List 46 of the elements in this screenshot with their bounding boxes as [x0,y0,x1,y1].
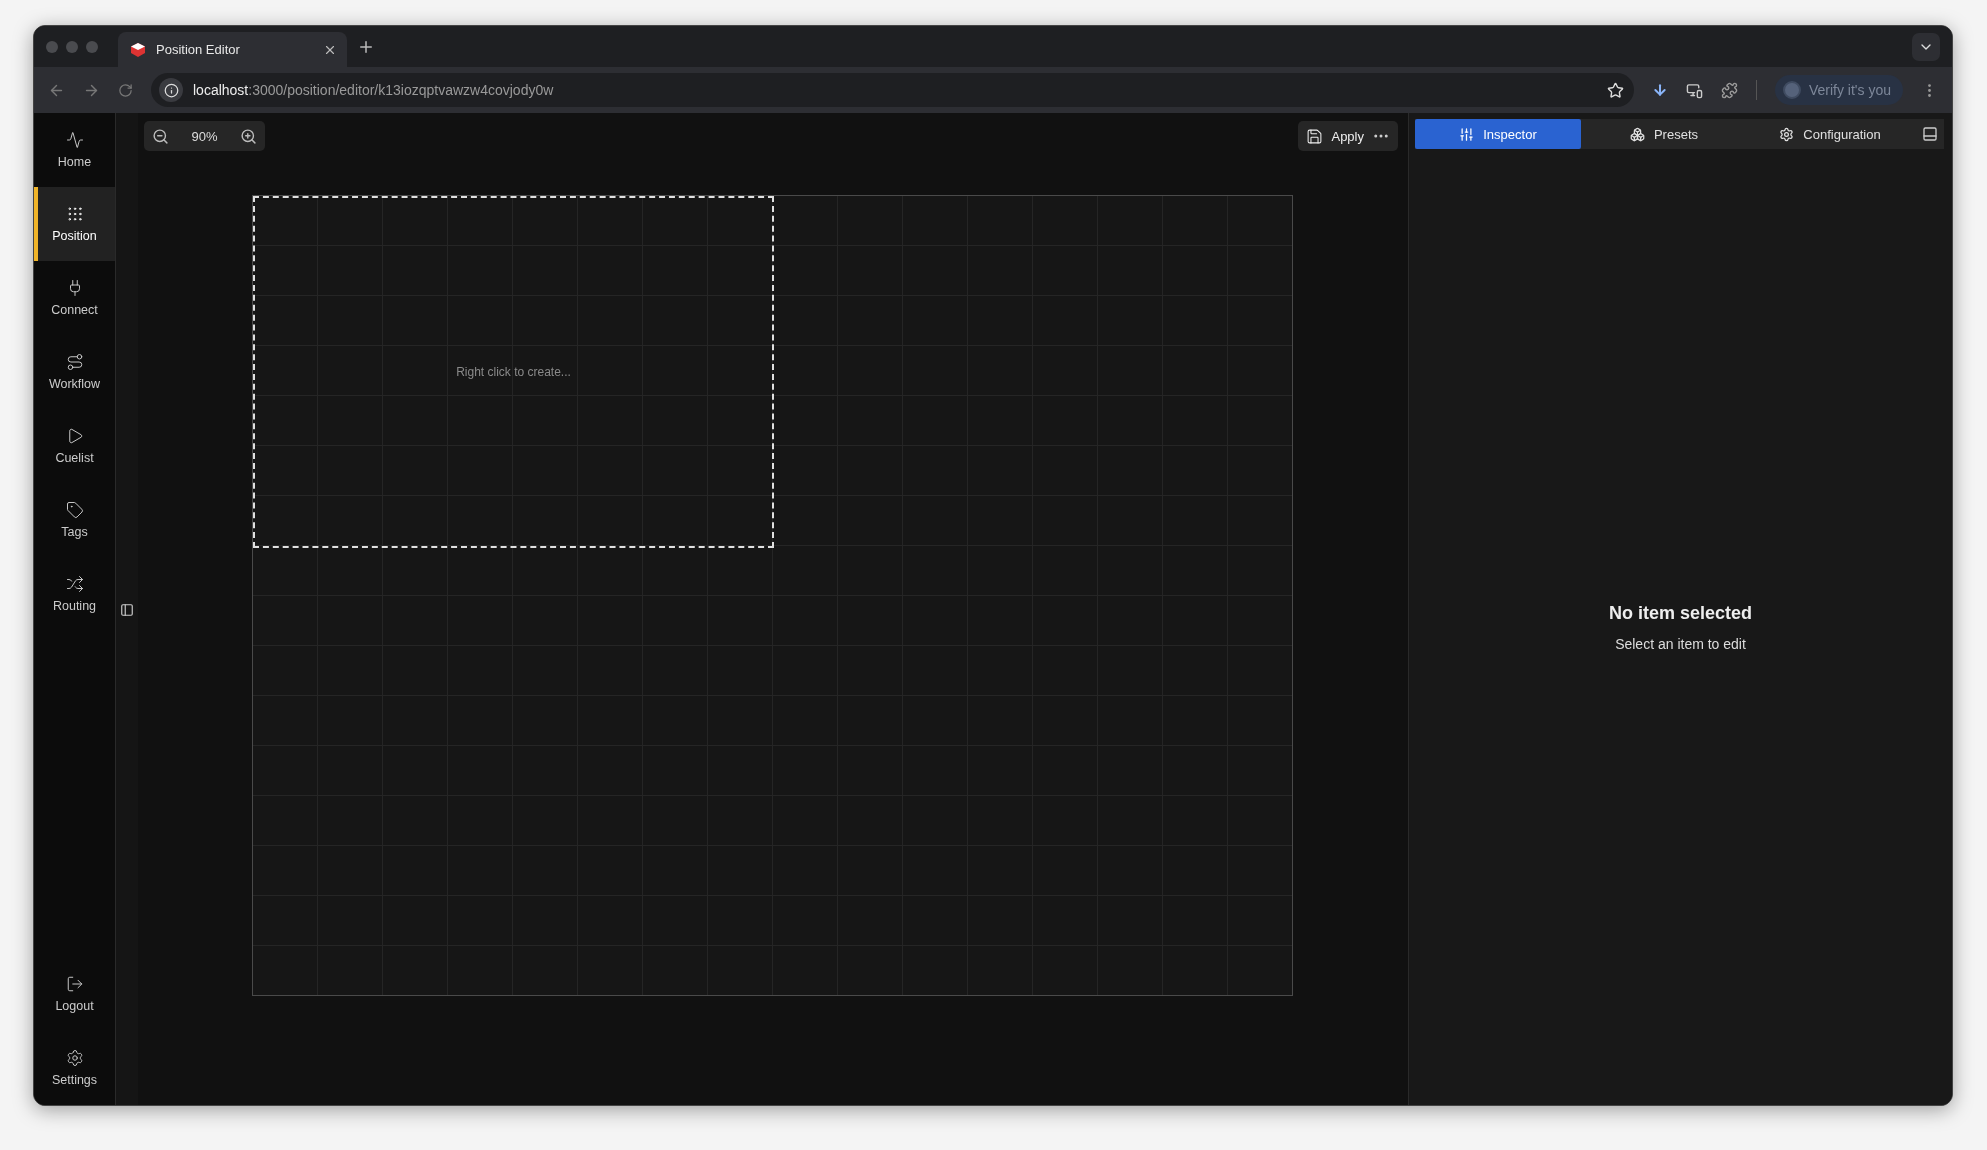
address-bar[interactable]: localhost:3000/position/editor/k13iozqptvawzw4covjody0w [151,73,1634,107]
zoom-in-icon[interactable] [240,127,257,145]
sidebar-item[interactable]: Position [34,187,115,261]
shuffle-icon [65,575,84,593]
sidebar-item[interactable]: Cuelist [34,409,115,483]
empty-subtitle: Select an item to edit [1615,635,1746,652]
zoom-level: 90% [191,128,218,144]
layout-icon[interactable] [1922,126,1938,142]
apply-button[interactable]: Apply [1306,127,1364,145]
grid-dots-icon [65,205,84,223]
cube-logo-icon [130,41,146,58]
tag-icon [65,501,84,519]
sidebar-item[interactable]: Logout [34,957,115,1031]
zoom-out-icon[interactable] [152,127,169,145]
pulse-icon [65,131,84,149]
puzzle-icon[interactable] [1720,81,1738,99]
sidebar-item[interactable]: Workflow [34,335,115,409]
panel-tab[interactable]: Presets [1581,119,1747,149]
profile-button[interactable]: Verify it's you [1774,75,1903,105]
avatar-icon [1782,81,1801,99]
boxes-icon [1629,126,1645,142]
sidebar-item[interactable]: Routing [34,557,115,631]
settings-icon [65,1049,84,1067]
route-icon [65,353,84,371]
panel-tab[interactable]: Configuration [1747,119,1913,149]
info-icon[interactable] [159,78,183,102]
selection-frame[interactable]: Right click to create... [253,196,774,548]
reload-icon[interactable] [118,82,133,98]
panel-tab[interactable]: Inspector [1415,119,1581,149]
empty-title: No item selected [1608,602,1753,624]
star-icon[interactable] [1606,81,1624,99]
sidebar-item[interactable]: Settings [34,1031,115,1105]
settings-icon [1779,126,1795,142]
tab-menu-button[interactable] [1912,32,1940,61]
monitor-icon[interactable] [1685,81,1703,99]
sidebar-item[interactable]: Tags [34,483,115,557]
browser-tab[interactable]: Position Editor [118,32,347,67]
save-icon [1306,127,1324,145]
canvas-hint: Right click to create... [456,365,571,379]
tab-title: Position Editor [156,42,241,57]
sidebar-item[interactable]: Home [34,113,115,187]
sidebar-item[interactable]: Connect [34,261,115,335]
panel-toggle-icon[interactable] [120,603,134,617]
canvas-grid[interactable]: Right click to create... [252,195,1293,996]
logout-icon [65,975,84,993]
sliders-icon [1459,126,1475,142]
